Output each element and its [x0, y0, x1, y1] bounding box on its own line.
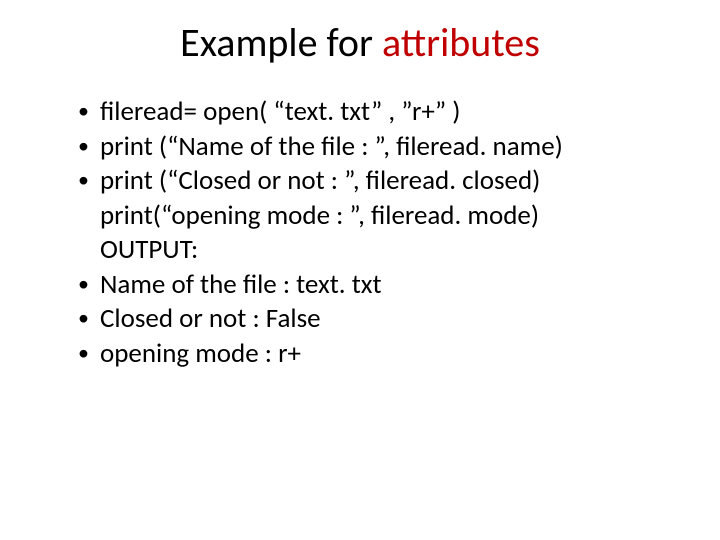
bullet-2: print (“Name of the file : ”, fileread. … — [78, 130, 670, 165]
bullet-1: fileread= open( “text. txt” , ”r+” ) — [78, 95, 670, 130]
bullet-4-text: Name of the file : text. txt — [100, 268, 382, 301]
slide-body: fileread= open( “text. txt” , ”r+” ) pri… — [50, 95, 670, 371]
title-word-2: for — [327, 18, 373, 67]
bullet-5: Closed or not : False — [78, 302, 670, 337]
title-word-3: attributes — [382, 18, 540, 67]
bullet-3-text-line3: OUTPUT: — [100, 233, 670, 268]
bullet-2-text: print (“Name of the file : ”, fileread. … — [100, 130, 563, 163]
bullet-3-text-line1: print (“Closed or not : ”, fileread. clo… — [100, 164, 540, 197]
slide: Example for attributes fileread= open( “… — [0, 0, 720, 540]
bullet-3: print (“Closed or not : ”, fileread. clo… — [78, 164, 670, 268]
bullet-6-text: opening mode : r+ — [100, 337, 301, 370]
bullet-4: Name of the file : text. txt — [78, 268, 670, 303]
bullet-5-text: Closed or not : False — [100, 302, 321, 335]
title-word-1: Example — [180, 18, 317, 67]
bullet-6: opening mode : r+ — [78, 337, 670, 372]
slide-title: Example for attributes — [50, 18, 670, 67]
bullet-3-text-line2: print(“opening mode : ”, fileread. mode) — [100, 199, 670, 234]
bullet-1-text: fileread= open( “text. txt” , ”r+” ) — [100, 95, 460, 128]
